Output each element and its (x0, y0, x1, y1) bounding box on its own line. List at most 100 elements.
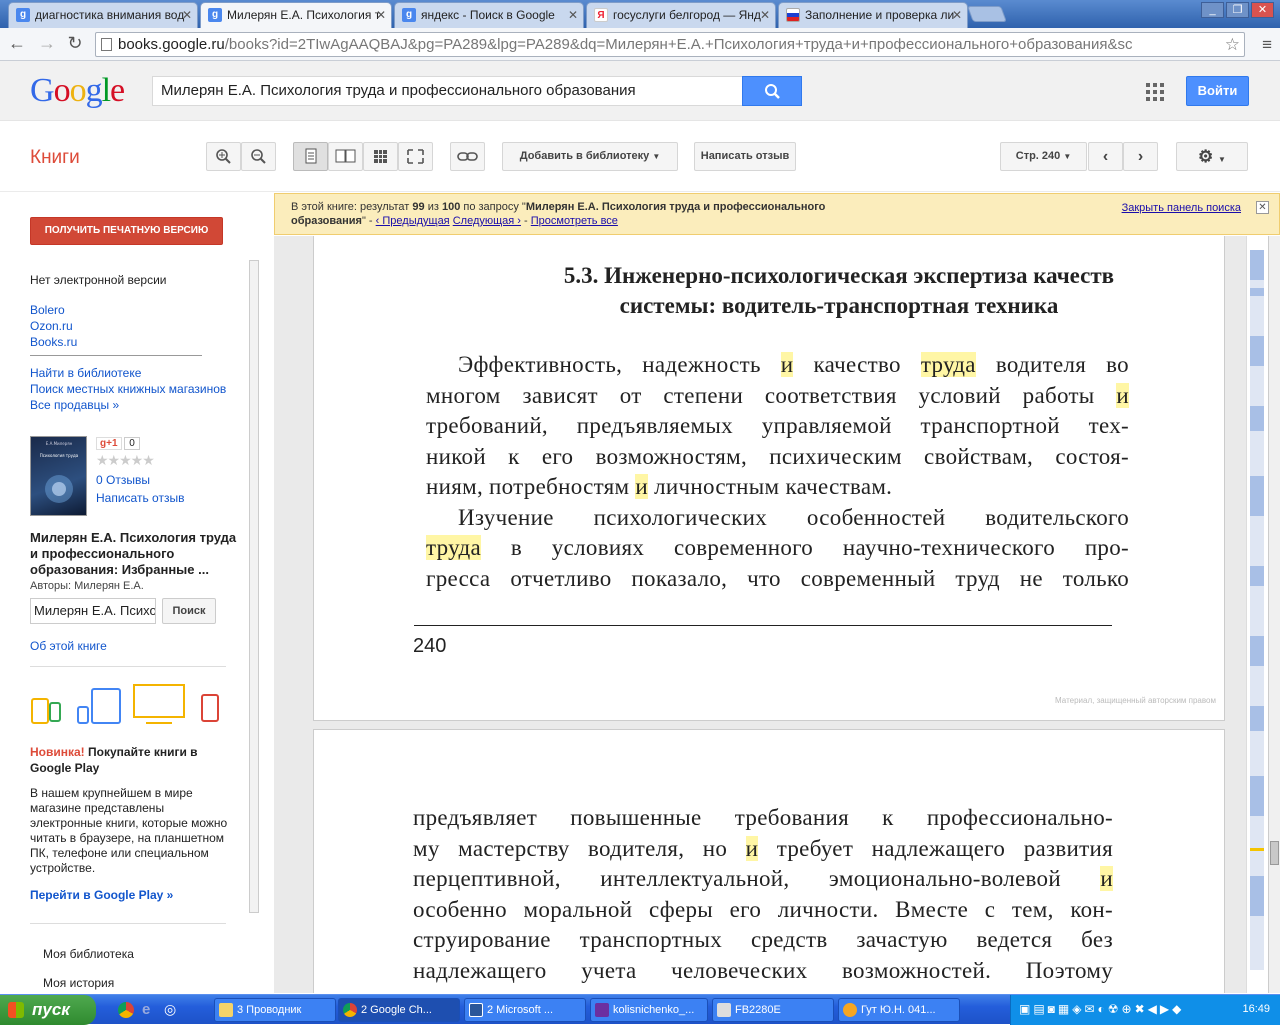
taskbar-item-explorer[interactable]: 3 Проводник (214, 998, 336, 1022)
tab-5[interactable]: Заполнение и проверка ли ✕ (778, 2, 968, 28)
gplus-button[interactable]: g+1 (96, 437, 122, 450)
desktop-quicklaunch-icon[interactable]: ◎ (164, 1001, 176, 1018)
tray-icons[interactable]: ▣▤◙▦◈✉◐☢⊕✖◀▶◆ (1019, 1002, 1184, 1016)
thumbnail-view-button[interactable] (363, 142, 398, 171)
google-favicon-icon: g (208, 8, 222, 22)
maximize-icon[interactable]: ❐ (1226, 2, 1249, 18)
add-to-library-button[interactable]: Добавить в библиотеку ▼ (502, 142, 678, 171)
google-play-link[interactable]: Перейти в Google Play » (30, 888, 173, 902)
local-stores-link[interactable]: Поиск местных книжных магазинов (30, 382, 226, 396)
write-review-button[interactable]: Написать отзыв (694, 142, 796, 171)
apps-grid-icon[interactable] (1146, 83, 1164, 101)
google-header: Google Милерян Е.А. Психология труда и п… (0, 61, 1280, 121)
forward-icon[interactable]: → (36, 33, 58, 54)
back-icon[interactable]: ← (6, 33, 28, 54)
heading-line-1: 5.3. Инженерно-психологическая экспертиз… (563, 263, 1115, 288)
find-in-library-link[interactable]: Найти в библиотеке (30, 366, 141, 380)
sidebar-scrollbar[interactable] (249, 260, 259, 913)
google-logo[interactable]: Google (30, 72, 125, 110)
text-line: никой к его возможностям, психическим св… (426, 443, 1129, 469)
search-highlight: и (1100, 866, 1113, 891)
close-tab-icon[interactable]: ✕ (952, 3, 962, 27)
tab-4[interactable]: Я госуслуги белгород — Янд ✕ (586, 2, 776, 28)
zoom-in-icon (216, 149, 231, 164)
next-page-button[interactable]: › (1123, 142, 1158, 171)
about-book-link[interactable]: Об этой книге (30, 639, 107, 653)
book-authors: Авторы: Милерян Е.А. (30, 580, 144, 592)
text-line: особенно моральной сферы его личности. В… (413, 896, 1113, 922)
close-tab-icon[interactable]: ✕ (376, 3, 386, 27)
close-tab-icon[interactable]: ✕ (760, 3, 770, 27)
two-page-view-button[interactable] (328, 142, 363, 171)
search-button[interactable] (742, 76, 802, 106)
previous-result-link[interactable]: ‹ Предыдущая (376, 215, 450, 227)
next-result-link[interactable]: Следующая › (453, 215, 521, 227)
reviews-link[interactable]: 0 Отзывы (96, 473, 150, 487)
zoom-in-button[interactable] (206, 142, 241, 171)
close-search-panel-link[interactable]: Закрыть панель поиска (1122, 201, 1241, 215)
bookmark-star-icon[interactable]: ☆ (1225, 33, 1240, 56)
tab-3[interactable]: g яндекс - Поиск в Google ✕ (394, 2, 584, 28)
chrome-quicklaunch-icon[interactable] (118, 1002, 134, 1018)
close-icon[interactable]: ✕ (1256, 201, 1269, 214)
search-icon (765, 84, 780, 99)
search-input[interactable]: Милерян Е.А. Психология труда и професси… (152, 76, 743, 106)
minimize-icon[interactable]: _ (1201, 2, 1224, 18)
scroll-map-block (1250, 336, 1264, 366)
ie-quicklaunch-icon[interactable]: e (142, 1001, 150, 1018)
address-bar[interactable]: books.google.ru/books?id=2TIwAgAAQBAJ&pg… (95, 32, 1245, 57)
page-selector[interactable]: Стр. 240 ▼ (1000, 142, 1087, 171)
all-sellers-link[interactable]: Все продавцы » (30, 398, 119, 412)
single-page-view-button[interactable] (293, 142, 328, 171)
view-all-link[interactable]: Просмотреть все (531, 215, 618, 227)
store-link-bolero[interactable]: Bolero (30, 303, 65, 317)
settings-button[interactable]: ⚙ ▼ (1176, 142, 1248, 171)
messenger-icon (843, 1003, 857, 1017)
books-title[interactable]: Книги (30, 147, 80, 169)
in-book-search-input[interactable]: Милерян Е.А. Психология (30, 598, 156, 624)
write-review-link[interactable]: Написать отзыв (96, 491, 184, 505)
get-print-copy-button[interactable]: ПОЛУЧИТЬ ПЕЧАТНУЮ ВЕРСИЮ (30, 217, 223, 245)
new-tab-button[interactable] (967, 6, 1007, 22)
store-link-books[interactable]: Books.ru (30, 335, 77, 349)
store-link-ozon[interactable]: Ozon.ru (30, 319, 73, 333)
signin-button[interactable]: Войти (1186, 76, 1249, 106)
taskbar-item-chrome[interactable]: 2 Google Ch... (338, 998, 460, 1022)
in-book-search-button[interactable]: Поиск (162, 598, 216, 624)
text-line: Изучение психологических особенностей во… (458, 504, 1129, 530)
result-total: 100 (441, 201, 461, 213)
fullscreen-button[interactable] (398, 142, 433, 171)
taskbar-item-word[interactable]: 2 Microsoft ... (464, 998, 586, 1022)
menu-icon[interactable]: ≡ (1262, 35, 1272, 55)
close-window-icon[interactable]: ✕ (1251, 2, 1274, 18)
window-scrollbar[interactable] (1268, 236, 1280, 993)
link-button[interactable] (450, 142, 485, 171)
scroll-map-block (1250, 706, 1264, 731)
reload-icon[interactable]: ↻ (64, 33, 86, 54)
library-links: Найти в библиотеке Поиск местных книжных… (30, 365, 226, 413)
book-cover-image[interactable]: Е.А.Милерян Психология труда (30, 436, 87, 516)
close-tab-icon[interactable]: ✕ (182, 3, 192, 27)
close-tab-icon[interactable]: ✕ (568, 3, 578, 27)
scroll-map-block (1250, 288, 1264, 296)
my-library-link[interactable]: Моя библиотека (43, 947, 134, 961)
scrollbar-thumb[interactable] (1270, 841, 1279, 865)
task-label: 2 Microsoft ... (487, 1004, 554, 1016)
start-button[interactable]: пуск (0, 995, 96, 1025)
tab-1[interactable]: g диагностика внимания вод ✕ (8, 2, 198, 28)
svg-text:Психология труда: Психология труда (40, 453, 79, 458)
gplus-count: 0 (124, 437, 140, 450)
search-highlight: труда (920, 352, 976, 377)
zoom-out-button[interactable] (241, 142, 276, 171)
taskbar-item-reader[interactable]: kolisnichenko_... (590, 998, 708, 1022)
my-history-link[interactable]: Моя история (43, 976, 114, 990)
task-label: 3 Проводник (237, 1004, 302, 1016)
previous-page-button[interactable]: ‹ (1088, 142, 1123, 171)
divider (30, 666, 226, 667)
chrome-icon (343, 1003, 357, 1017)
book-page-240: 5.3. Инженерно-психологическая экспертиз… (313, 236, 1225, 721)
rating-stars-icon: ★★★★★ (96, 452, 155, 468)
tab-2[interactable]: g Милерян Е.А. Психология т ✕ (200, 2, 392, 29)
taskbar-item-printer[interactable]: FB2280E (712, 998, 834, 1022)
taskbar-item-messenger[interactable]: Гут Ю.Н. 041... (838, 998, 960, 1022)
